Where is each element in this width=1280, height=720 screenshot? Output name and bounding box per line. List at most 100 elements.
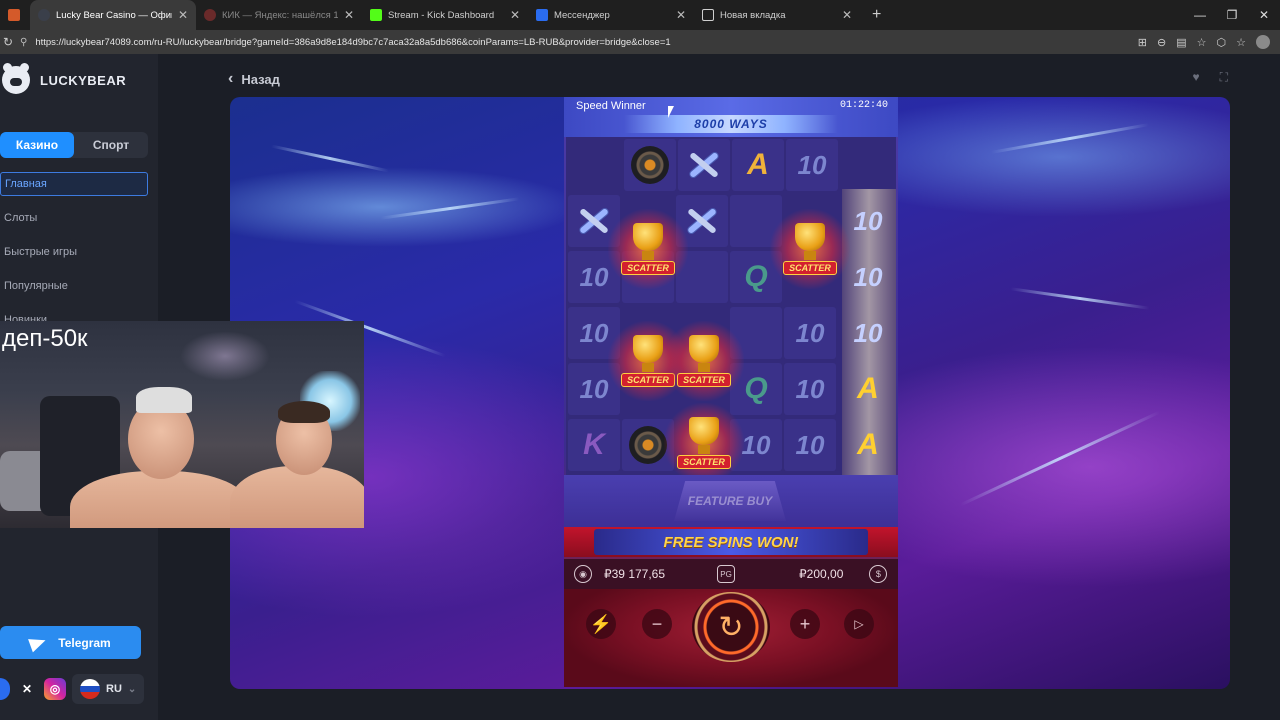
streamer-body bbox=[70, 471, 250, 528]
heart-icon[interactable]: ♥ bbox=[1192, 70, 1199, 85]
stream-overlay-text: деп-50к bbox=[2, 325, 88, 352]
k-symbol: K bbox=[568, 419, 620, 471]
site-logo[interactable]: LUCKYBEAR bbox=[2, 63, 127, 94]
scatter-label: SCATTER bbox=[677, 455, 731, 469]
messenger-icon bbox=[536, 9, 548, 21]
increase-bet-button[interactable]: + bbox=[790, 609, 820, 639]
close-window-icon[interactable]: ✕ bbox=[1248, 8, 1280, 22]
kick-icon bbox=[370, 9, 382, 21]
close-tab-icon[interactable]: ✕ bbox=[842, 8, 852, 22]
sport-toggle[interactable]: Спорт bbox=[74, 132, 148, 158]
address-bar-actions: ⊞ ⊖ ▤ ☆ ⬡ ☆ bbox=[1138, 35, 1280, 49]
browser-tab-bar: Lucky Bear Casino — Официа ✕ КИК — Яндек… bbox=[0, 0, 1280, 30]
profile-avatar[interactable] bbox=[1256, 35, 1270, 49]
sidebar-item-main[interactable]: Главная bbox=[0, 172, 148, 196]
ten-symbol: 10 bbox=[784, 419, 836, 471]
scatter-symbol: SCATTER bbox=[770, 209, 850, 289]
light-streak bbox=[1010, 287, 1150, 310]
decrease-bet-button[interactable]: − bbox=[642, 609, 672, 639]
ten-symbol: 10 bbox=[784, 307, 836, 359]
wallet-icon[interactable]: ◉ bbox=[574, 565, 592, 583]
vk-icon[interactable] bbox=[0, 678, 10, 700]
guest-body bbox=[230, 466, 364, 528]
russia-flag-icon bbox=[80, 679, 100, 699]
logo-text: LUCKYBEAR bbox=[40, 72, 127, 88]
new-tab-page-icon bbox=[702, 9, 714, 21]
cap bbox=[136, 387, 192, 413]
spin-button[interactable]: ↻ bbox=[692, 592, 770, 662]
url-field[interactable]: ⚲ https://luckybear74089.com/ru-RU/lucky… bbox=[20, 32, 1138, 52]
tab-lucky-bear[interactable]: Lucky Bear Casino — Официа ✕ bbox=[30, 0, 196, 30]
ten-symbol: 10 bbox=[786, 139, 838, 191]
free-spins-won-banner: FREE SPINS WON! bbox=[594, 529, 868, 555]
tab-kick-dashboard[interactable]: Stream - Kick Dashboard ✕ bbox=[362, 0, 528, 30]
feature-buy-button[interactable]: FEATURE BUY bbox=[674, 481, 786, 521]
wrench-symbol bbox=[678, 139, 730, 191]
lamp-light bbox=[180, 331, 270, 381]
sidebar-item-slots[interactable]: Слоты bbox=[0, 206, 148, 230]
zoom-icon[interactable]: ⊖ bbox=[1157, 36, 1166, 49]
x-icon[interactable]: ✕ bbox=[16, 678, 38, 700]
scatter-label: SCATTER bbox=[621, 261, 675, 275]
a-symbol: A bbox=[857, 372, 879, 405]
scatter-symbol: SCATTER bbox=[608, 209, 688, 289]
minimize-icon[interactable]: — bbox=[1184, 8, 1216, 22]
bet-coin-icon[interactable]: $ bbox=[869, 565, 888, 583]
light-streak bbox=[270, 144, 390, 173]
casino-sport-switch: Казино Спорт bbox=[0, 132, 148, 158]
balance-row: ◉ ₽39 177,65 PG ₽200,00 $ bbox=[564, 559, 898, 589]
instagram-icon[interactable]: ◎ bbox=[44, 678, 66, 700]
tab-title: КИК — Яндекс: нашёлся 1 млн р bbox=[222, 9, 338, 21]
telegram-button[interactable]: Telegram bbox=[0, 626, 141, 659]
close-tab-icon[interactable]: ✕ bbox=[510, 8, 520, 22]
light-streak bbox=[990, 123, 1150, 154]
close-tab-icon[interactable]: ✕ bbox=[178, 8, 188, 22]
browser-logo-icon bbox=[8, 9, 20, 21]
wheel-symbol bbox=[624, 139, 676, 191]
extensions-icon[interactable]: ⬡ bbox=[1217, 36, 1227, 49]
tab-title: Stream - Kick Dashboard bbox=[388, 9, 495, 21]
game-clock: 01:22:40 bbox=[839, 100, 888, 111]
reader-icon[interactable]: ▤ bbox=[1176, 36, 1186, 49]
slot-game: Speed Winner 01:22:40 8000 WAYS A 10 10 … bbox=[564, 97, 898, 687]
language-select[interactable]: RU ⌄ bbox=[72, 674, 145, 704]
url-text: https://luckybear74089.com/ru-RU/luckybe… bbox=[35, 36, 671, 48]
bookmark-star-icon[interactable]: ☆ bbox=[1197, 36, 1207, 49]
turbo-icon[interactable]: ⚡ bbox=[586, 609, 616, 639]
site-info-icon[interactable]: ⚲ bbox=[20, 37, 27, 48]
trophy-icon bbox=[633, 223, 663, 260]
tab-title: Мессенджер bbox=[554, 9, 610, 21]
translate-icon[interactable]: ⊞ bbox=[1138, 36, 1147, 49]
light-streak bbox=[380, 197, 520, 220]
a-symbol: A bbox=[857, 428, 879, 461]
reload-icon[interactable]: ↻ bbox=[0, 35, 16, 49]
bear-logo-icon bbox=[2, 63, 30, 94]
webcam-overlay: деп-50к bbox=[0, 321, 364, 528]
casino-toggle[interactable]: Казино bbox=[0, 132, 74, 158]
tab-favicon-icon bbox=[204, 9, 216, 21]
address-bar: ↻ ⚲ https://luckybear74089.com/ru-RU/luc… bbox=[0, 30, 1280, 54]
favorites-icon[interactable]: ☆ bbox=[1236, 36, 1246, 49]
scatter-label: SCATTER bbox=[783, 261, 837, 275]
autoplay-icon[interactable]: ▷ bbox=[844, 609, 874, 639]
ten-symbol: 10 bbox=[853, 317, 883, 348]
back-link[interactable]: ‹ Назад bbox=[228, 70, 280, 88]
close-tab-icon[interactable]: ✕ bbox=[676, 8, 686, 22]
maximize-icon[interactable]: ❐ bbox=[1216, 8, 1248, 22]
new-tab-plus-icon[interactable]: + bbox=[872, 6, 881, 24]
sidebar-item-fast-games[interactable]: Быстрые игры bbox=[0, 240, 148, 264]
tab-yandex[interactable]: КИК — Яндекс: нашёлся 1 млн р ✕ bbox=[196, 0, 362, 30]
back-label: Назад bbox=[241, 71, 280, 87]
browser-menu-button[interactable] bbox=[0, 0, 30, 30]
trophy-icon bbox=[689, 417, 719, 454]
pg-provider-icon: PG bbox=[717, 565, 736, 583]
light-streak bbox=[959, 410, 1161, 507]
trophy-icon bbox=[689, 335, 719, 372]
feature-buy-area: FEATURE BUY bbox=[564, 475, 898, 527]
window-controls: — ❐ ✕ bbox=[1184, 0, 1280, 30]
fullscreen-icon[interactable]: ⛶ bbox=[1220, 70, 1228, 85]
tab-messenger[interactable]: Мессенджер ✕ bbox=[528, 0, 694, 30]
tab-new-tab[interactable]: Новая вкладка ✕ bbox=[694, 0, 860, 30]
sidebar-item-popular[interactable]: Популярные bbox=[0, 274, 148, 298]
close-tab-icon[interactable]: ✕ bbox=[344, 8, 354, 22]
